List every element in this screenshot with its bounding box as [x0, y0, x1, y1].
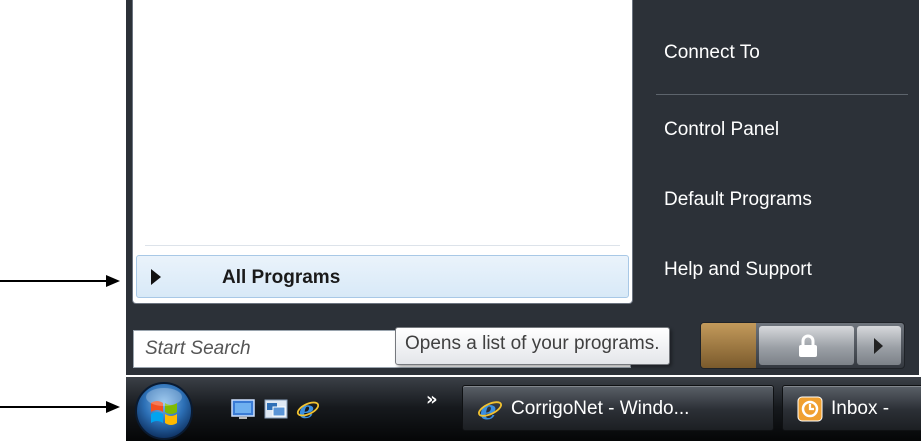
programs-separator [145, 245, 620, 246]
arrow-right-icon [874, 338, 883, 354]
switch-windows-icon[interactable] [264, 397, 288, 421]
taskbar-button-label: CorrigoNet - Windo... [511, 398, 690, 419]
menu-item-default-programs[interactable]: Default Programs [664, 189, 812, 211]
start-menu: All Programs Connect To Control Panel De… [126, 0, 919, 375]
all-programs-tooltip: Opens a list of your programs. [395, 327, 670, 365]
outlook-inbox-icon [797, 396, 823, 422]
taskbar-button-inbox[interactable]: Inbox - [782, 385, 921, 431]
right-pane-separator [656, 94, 908, 95]
annotation-arrow-all-programs [0, 275, 120, 287]
svg-text:e: e [480, 396, 497, 422]
power-button[interactable] [701, 323, 756, 368]
taskbar-button-corrigonet[interactable]: e CorrigoNet - Windo... [462, 385, 774, 431]
quick-launch-overflow-chevron[interactable]: » [426, 389, 438, 410]
menu-item-help-and-support[interactable]: Help and Support [664, 259, 812, 281]
start-orb-icon[interactable] [134, 381, 194, 441]
taskbar: e » e CorrigoNet - Windo... Inbox - [126, 377, 921, 441]
internet-explorer-icon[interactable]: e [296, 397, 320, 421]
all-programs-label: All Programs [222, 267, 341, 288]
all-programs-button[interactable]: All Programs [136, 255, 629, 298]
show-desktop-icon[interactable] [231, 397, 255, 421]
lock-button[interactable] [759, 326, 854, 365]
menu-item-control-panel[interactable]: Control Panel [664, 119, 779, 141]
lock-icon [799, 334, 817, 357]
annotation-arrow-start-orb [0, 401, 120, 413]
programs-pane: All Programs [132, 0, 633, 304]
internet-explorer-icon: e [478, 396, 502, 422]
svg-text:e: e [299, 397, 314, 421]
arrow-right-icon [151, 269, 161, 285]
power-options-button[interactable] [857, 326, 901, 365]
menu-item-connect-to[interactable]: Connect To [664, 42, 760, 64]
taskbar-button-label: Inbox - [831, 398, 890, 419]
power-controls [700, 322, 905, 369]
